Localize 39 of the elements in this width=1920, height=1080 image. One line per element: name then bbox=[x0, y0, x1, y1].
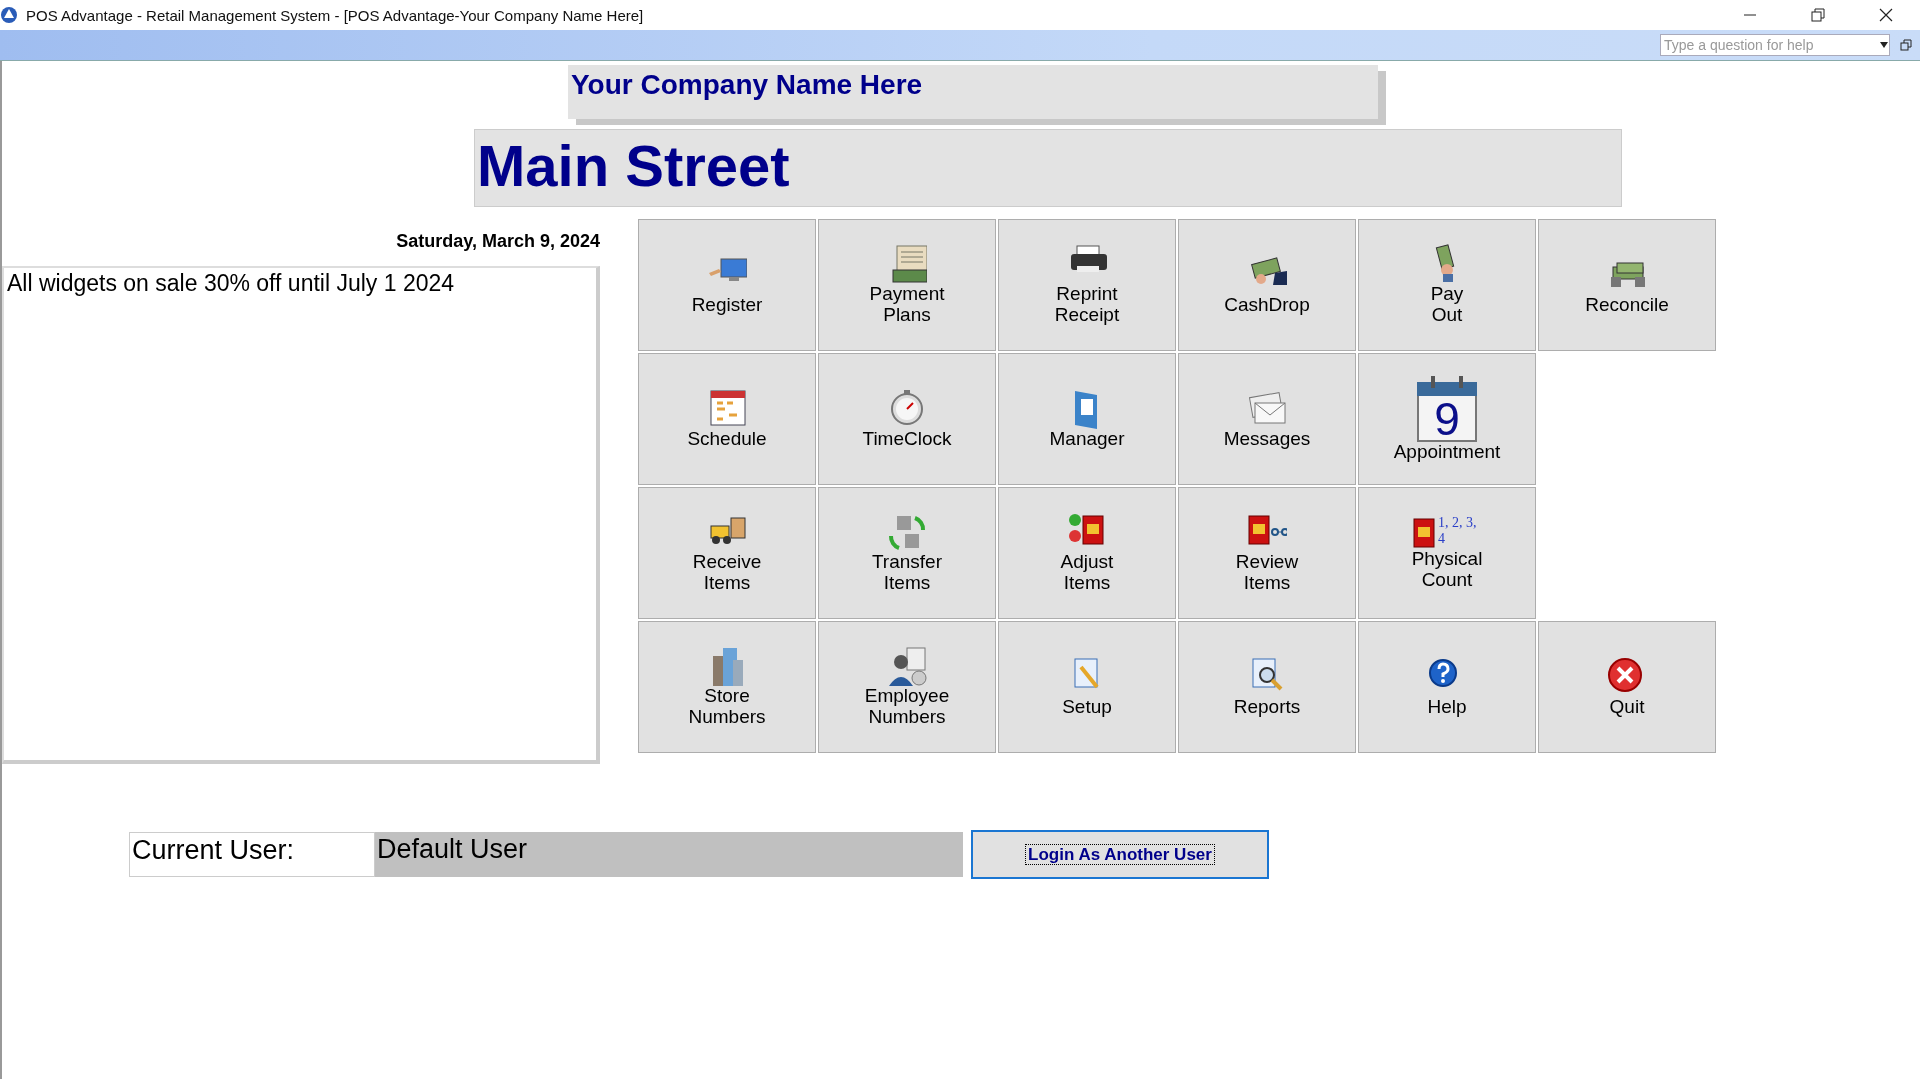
menu-tile-button[interactable]: Setup bbox=[998, 621, 1176, 753]
menu-tile-button[interactable]: Store Numbers bbox=[638, 621, 816, 753]
menu-tile-button[interactable]: Manager bbox=[998, 353, 1176, 485]
message-panel: All widgets on sale 30% off until July 1 2024 bbox=[2, 266, 600, 764]
current-user-label: Current User: bbox=[129, 832, 375, 877]
menu-tile-button[interactable]: Transfer Items bbox=[818, 487, 996, 619]
menu-tile-button[interactable]: 1, 2, 3, 4 Physical Count bbox=[1358, 487, 1536, 619]
menu-tile-button[interactable]: Quit bbox=[1538, 621, 1716, 753]
current-user-name: Default User bbox=[375, 832, 963, 877]
menu-tile-button[interactable]: Payment Plans bbox=[818, 219, 996, 351]
menu-tile-button[interactable]: Register bbox=[638, 219, 816, 351]
menu-tile-button[interactable]: Receive Items bbox=[638, 487, 816, 619]
dropdown-arrow-icon[interactable] bbox=[1879, 41, 1889, 49]
menu-tile-button[interactable]: Review Items bbox=[1178, 487, 1356, 619]
menu-tile-button[interactable]: CashDrop bbox=[1178, 219, 1356, 351]
menu-tile-button[interactable]: Adjust Items bbox=[998, 487, 1176, 619]
menu-tile-button[interactable]: Reprint Receipt bbox=[998, 219, 1176, 351]
product-box-icon bbox=[1412, 515, 1436, 550]
login-another-user-button[interactable]: Login As Another User bbox=[971, 830, 1269, 879]
menu-tile-button[interactable]: Reconcile bbox=[1538, 219, 1716, 351]
store-name-banner: Main Street bbox=[474, 129, 1622, 207]
employee-with-clock-icon bbox=[887, 646, 927, 687]
help-question-field[interactable]: Type a question for help bbox=[1660, 34, 1890, 56]
menu-tile-button[interactable]: Reports bbox=[1178, 621, 1356, 753]
restore-icon[interactable] bbox=[1810, 7, 1826, 23]
schedule-calendar-icon bbox=[707, 388, 747, 429]
menu-tile-button[interactable]: Help bbox=[1358, 621, 1536, 753]
calendar-day-number: 9 bbox=[1417, 395, 1477, 442]
menu-tile-button[interactable]: Employee Numbers bbox=[818, 621, 996, 753]
menu-tile-button[interactable]: 9 Appointment bbox=[1358, 353, 1536, 485]
current-date: Saturday, March 9, 2024 bbox=[396, 231, 600, 252]
restore-window-icon[interactable] bbox=[1900, 39, 1912, 51]
window-title: POS Advantage - Retail Management System - [POS Advantage-Your Company Name Here] bbox=[26, 6, 645, 24]
menu-tile-button[interactable]: Pay Out bbox=[1358, 219, 1536, 351]
menu-tile-button[interactable]: Schedule bbox=[638, 353, 816, 485]
menu-tile-button[interactable]: Messages bbox=[1178, 353, 1356, 485]
menu-tile-button[interactable]: TimeClock bbox=[818, 353, 996, 485]
close-icon[interactable] bbox=[1878, 7, 1894, 23]
count-numbers: 1, 2, 3, 4 bbox=[1438, 515, 1478, 547]
